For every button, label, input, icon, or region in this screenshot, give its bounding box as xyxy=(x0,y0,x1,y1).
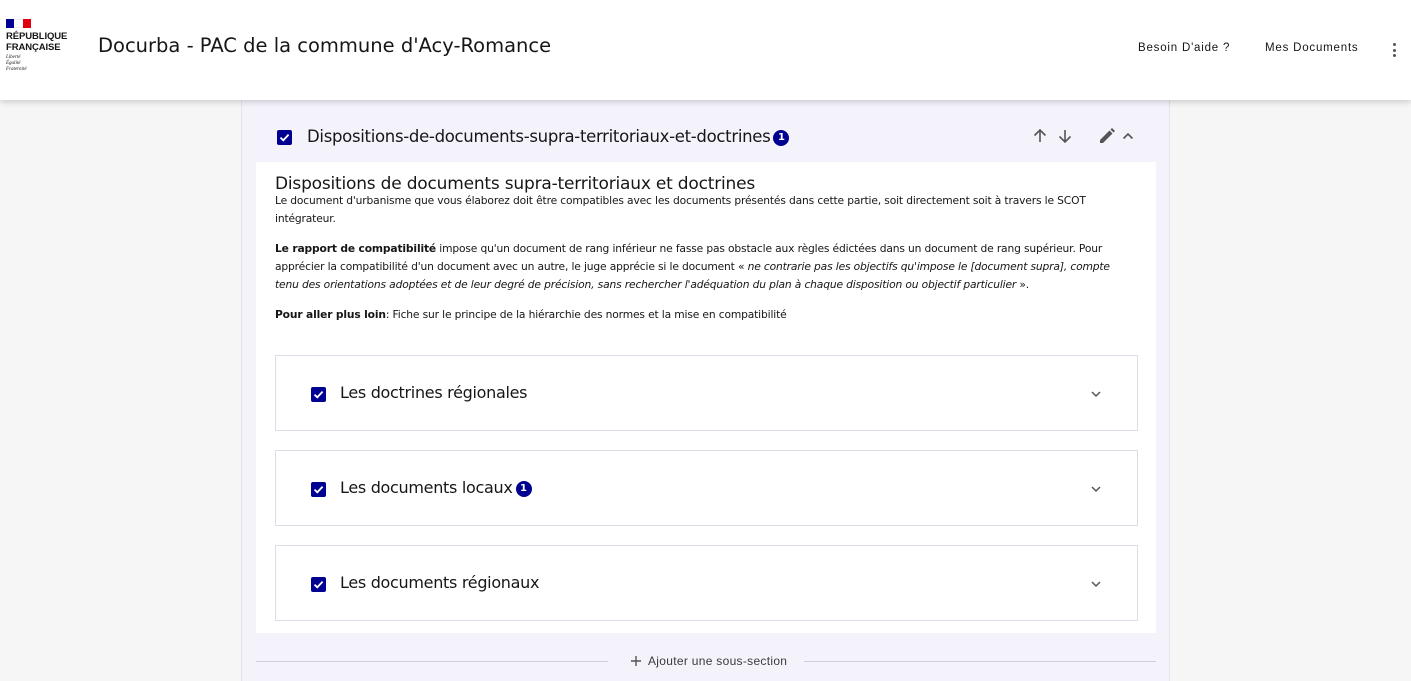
compatibility-paragraph: Le rapport de compatibilité impose qu'un… xyxy=(275,240,1135,294)
further-reading-paragraph: Pour aller plus loin: Fiche sur le princ… xyxy=(275,306,1135,324)
section-content: Dispositions de documents supra-territor… xyxy=(256,162,1156,633)
logo-motto: Liberté Égalité Fraternité xyxy=(6,55,27,72)
subsection-title-text: Les documents locaux xyxy=(340,478,513,497)
my-documents-link[interactable]: Mes Documents xyxy=(1265,42,1358,54)
subsection-title: Les doctrines régionales xyxy=(340,383,528,402)
help-link[interactable]: Besoin D'aide ? xyxy=(1138,42,1230,54)
arrow-up-icon[interactable] xyxy=(1030,126,1050,146)
further-reading-label: Pour aller plus loin xyxy=(275,308,386,321)
chevron-up-icon[interactable] xyxy=(1118,126,1138,146)
chevron-down-icon[interactable] xyxy=(1089,576,1103,595)
republique-francaise-logo[interactable]: RÉPUBLIQUE FRANÇAISE Liberté Égalité Fra… xyxy=(6,19,70,79)
pencil-icon[interactable] xyxy=(1097,126,1117,146)
section-checkbox[interactable] xyxy=(277,130,292,145)
compatibility-label: Le rapport de compatibilité xyxy=(275,242,437,255)
dots-vertical-icon[interactable] xyxy=(1386,40,1402,60)
subsection-card[interactable]: Les doctrines régionales xyxy=(275,355,1138,431)
compatibility-end: ». xyxy=(1016,278,1030,291)
header: RÉPUBLIQUE FRANÇAISE Liberté Égalité Fra… xyxy=(0,0,1411,100)
subsection-badge: 1 xyxy=(515,481,532,497)
add-subsection-label: Ajouter une sous-section xyxy=(648,654,788,668)
plus-icon xyxy=(631,656,641,666)
checkmark-icon xyxy=(313,390,324,399)
content-heading: Dispositions de documents supra-territor… xyxy=(275,174,756,194)
divider-right xyxy=(804,661,1156,662)
add-subsection-row: Ajouter une sous-section xyxy=(256,653,1156,669)
section-title: Dispositions-de-documents-supra-territor… xyxy=(307,127,790,146)
subsection-checkbox[interactable] xyxy=(311,387,326,402)
further-reading-text: : Fiche sur le principe de la hiérarchie… xyxy=(385,308,787,321)
section-badge: 1 xyxy=(773,130,790,146)
section-title-text: Dispositions-de-documents-supra-territor… xyxy=(307,127,771,146)
subsection-title: Les documents locaux 1 xyxy=(340,478,532,497)
subsection-checkbox[interactable] xyxy=(311,482,326,497)
divider-left xyxy=(256,661,608,662)
subsection-title: Les documents régionaux xyxy=(340,573,540,592)
app-title: Docurba - PAC de la commune d'Acy-Romanc… xyxy=(98,34,552,57)
chevron-down-icon[interactable] xyxy=(1089,386,1103,405)
french-flag-icon xyxy=(6,19,31,28)
section-panel: Dispositions-de-documents-supra-territor… xyxy=(241,100,1170,681)
subsection-card[interactable]: Les documents locaux 1 xyxy=(275,450,1138,526)
add-subsection-button[interactable]: Ajouter une sous-section xyxy=(630,653,787,669)
subsection-card[interactable]: Les documents régionaux xyxy=(275,545,1138,621)
subsection-checkbox[interactable] xyxy=(311,577,326,592)
intro-paragraph: Le document d'urbanisme que vous élabore… xyxy=(275,194,1086,225)
chevron-down-icon[interactable] xyxy=(1089,481,1103,500)
logo-title: RÉPUBLIQUE FRANÇAISE xyxy=(6,31,68,53)
checkmark-icon xyxy=(313,485,324,494)
arrow-down-icon[interactable] xyxy=(1055,126,1075,146)
section-header: Dispositions-de-documents-supra-territor… xyxy=(242,100,1169,162)
checkmark-icon xyxy=(279,133,290,142)
checkmark-icon xyxy=(313,580,324,589)
